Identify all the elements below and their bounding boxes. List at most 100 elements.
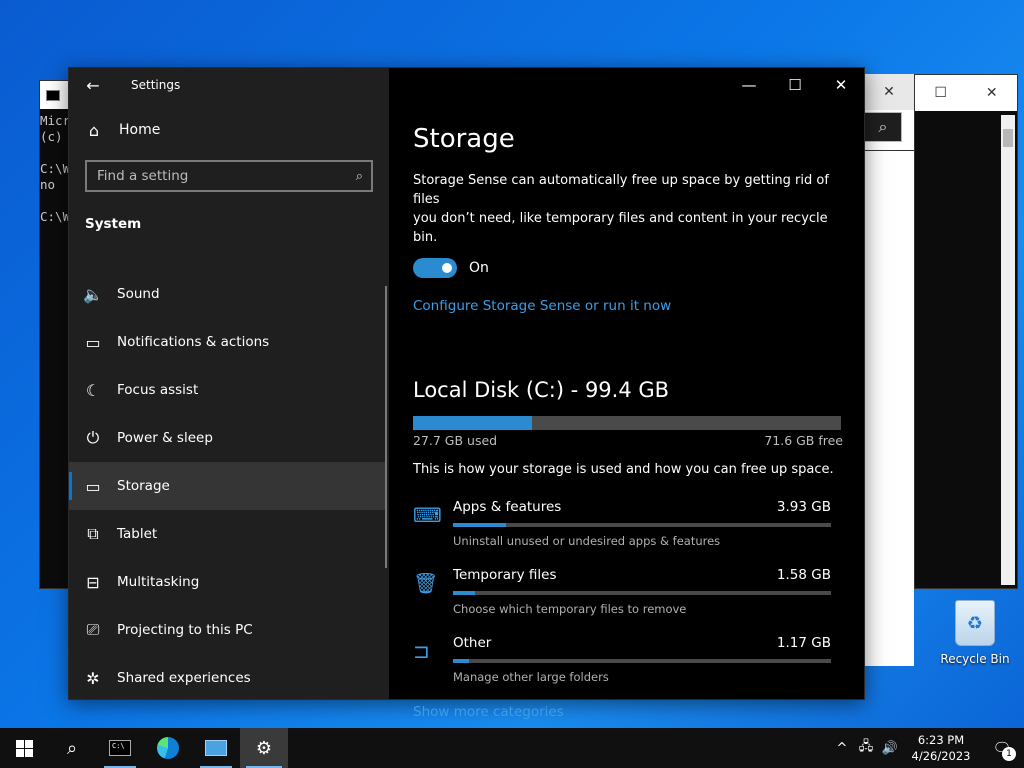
power-icon: ⏻ bbox=[86, 428, 100, 447]
gear-icon: ⚙ bbox=[255, 737, 273, 759]
system-nav-list: 🔈 Sound ▭ Notifications & actions ☾ Focus ass… bbox=[69, 270, 385, 702]
storage-content: Storage Storage Sense can automatically … bbox=[413, 68, 843, 720]
taskbar: ⌕ C:\ ⚙ ^ 🖧 🔊 6:23 PM 4/26/2023 🗨 1 bbox=[0, 728, 1024, 768]
maximize-icon[interactable]: ☐ bbox=[934, 85, 947, 101]
storage-category-item[interactable]: ⌨ Apps & features 3.93 GB Uninstall unused … bbox=[413, 499, 843, 548]
category-usage-fill bbox=[453, 591, 475, 595]
toggle-state-label: On bbox=[469, 260, 489, 276]
category-usage-bar bbox=[453, 659, 831, 663]
page-title: Storage bbox=[413, 124, 515, 154]
search-icon: ⌕ bbox=[878, 117, 888, 136]
system-tray: ^ 🖧 🔊 6:23 PM 4/26/2023 🗨 1 bbox=[830, 728, 1024, 768]
sidebar-item-shared-experiences[interactable]: ✲ Shared experiences bbox=[69, 654, 385, 702]
sidebar-item-label: Multitasking bbox=[117, 574, 200, 590]
cmd2-titlebar[interactable]: ☐ ✕ bbox=[915, 75, 1017, 111]
disk-legend: 27.7 GB used 71.6 GB free bbox=[413, 433, 843, 448]
network-icon[interactable]: 🖧 bbox=[854, 737, 878, 759]
configure-storage-sense-link[interactable]: Configure Storage Sense or run it now bbox=[413, 298, 843, 314]
scrollbar-thumb[interactable] bbox=[1003, 129, 1013, 147]
category-description: Uninstall unused or undesired apps & fea… bbox=[453, 534, 721, 548]
sidebar-item-label: Projecting to this PC bbox=[117, 622, 253, 638]
sidebar-item-notifications-actions[interactable]: ▭ Notifications & actions bbox=[69, 318, 385, 366]
storage-sense-toggle[interactable] bbox=[413, 258, 457, 278]
sidebar-item-focus-assist[interactable]: ☾ Focus assist bbox=[69, 366, 385, 414]
cmd-icon: C:\ bbox=[109, 740, 131, 756]
storage-category-item[interactable]: 🗑 Temporary files 1.58 GB Choose which temp… bbox=[413, 567, 843, 616]
trash-icon: 🗑 bbox=[413, 571, 439, 595]
category-size: 1.17 GB bbox=[776, 635, 831, 651]
sidebar-item-label: Sound bbox=[117, 286, 160, 302]
back-arrow-icon[interactable]: ← bbox=[69, 76, 117, 95]
category-body: Temporary files 1.58 GB Choose which tempo… bbox=[453, 567, 831, 616]
background-explorer-window[interactable]: ✕ ⌕ bbox=[864, 74, 914, 666]
clock-date: 4/26/2023 bbox=[911, 749, 971, 763]
action-center-button[interactable]: 🗨 1 bbox=[980, 739, 1024, 761]
taskbar-remote-desktop-button[interactable] bbox=[192, 728, 240, 768]
sidebar: ← Settings ⌂ Home ⌕ System 🔈 Sound ▭ Notifi… bbox=[69, 68, 389, 699]
category-size: 3.93 GB bbox=[776, 499, 831, 515]
category-row: Temporary files 1.58 GB bbox=[453, 567, 831, 583]
recycle-bin-desktop-icon[interactable]: ♻ Recycle Bin bbox=[940, 600, 1010, 666]
home-nav-item[interactable]: ⌂ Home bbox=[69, 108, 389, 152]
recycle-bin-label: Recycle Bin bbox=[940, 652, 1010, 666]
cmd-app-icon bbox=[46, 89, 60, 101]
sidebar-item-label: Tablet bbox=[117, 526, 158, 542]
remote-desktop-icon bbox=[205, 740, 227, 756]
settings-search-box[interactable]: ⌕ bbox=[85, 160, 373, 192]
disk-usage-bar bbox=[413, 416, 841, 430]
home-label: Home bbox=[119, 122, 161, 138]
category-description: Choose which temporary files to remove bbox=[453, 602, 687, 616]
section-title: System bbox=[85, 216, 142, 232]
scrollbar[interactable] bbox=[1001, 115, 1015, 585]
background-cmd-window-2[interactable]: ☐ ✕ bbox=[914, 74, 1018, 589]
taskbar-cmd-button[interactable]: C:\ bbox=[96, 728, 144, 768]
close-icon[interactable]: ✕ bbox=[883, 84, 895, 100]
storage-sense-desc-line-1: Storage Sense can automatically free up … bbox=[413, 173, 829, 207]
category-body: Apps & features 3.93 GB Uninstall unused o… bbox=[453, 499, 831, 548]
sidebar-item-multitasking[interactable]: ⊟ Multitasking bbox=[69, 558, 385, 606]
category-usage-fill bbox=[453, 523, 506, 527]
category-usage-bar bbox=[453, 523, 831, 527]
category-usage-fill bbox=[453, 659, 469, 663]
show-more-categories-link[interactable]: Show more categories bbox=[413, 704, 843, 720]
chevron-up-icon[interactable]: ^ bbox=[830, 741, 854, 756]
category-description: Manage other large folders bbox=[453, 670, 609, 684]
taskbar-edge-button[interactable] bbox=[144, 728, 192, 768]
start-button[interactable] bbox=[0, 728, 48, 768]
settings-search-input[interactable] bbox=[97, 168, 337, 184]
disk-free-label: 71.6 GB free bbox=[764, 433, 843, 448]
sidebar-item-storage[interactable]: ▭ Storage bbox=[69, 462, 385, 510]
category-size: 1.58 GB bbox=[776, 567, 831, 583]
volume-icon[interactable]: 🔊 bbox=[878, 741, 902, 756]
notification-badge: 1 bbox=[1002, 747, 1016, 761]
sidebar-item-label: Notifications & actions bbox=[117, 334, 270, 350]
sidebar-item-tablet[interactable]: ⧉ Tablet bbox=[69, 510, 385, 558]
clock[interactable]: 6:23 PM 4/26/2023 bbox=[902, 732, 980, 764]
disk-usage-fill bbox=[413, 416, 533, 430]
search-icon: ⌕ bbox=[355, 168, 363, 184]
storage-category-item[interactable]: ⊐ Other 1.17 GB Manage other large folders bbox=[413, 635, 843, 684]
notification-icon: ▭ bbox=[85, 332, 101, 352]
taskbar-search-button[interactable]: ⌕ bbox=[48, 728, 96, 768]
edge-icon bbox=[157, 737, 179, 759]
settings-window[interactable]: ← Settings ⌂ Home ⌕ System 🔈 Sound ▭ Notifi… bbox=[68, 67, 865, 720]
explorer-search-button[interactable]: ⌕ bbox=[864, 112, 902, 142]
category-name: Other bbox=[453, 635, 492, 651]
category-name: Apps & features bbox=[453, 499, 562, 515]
category-usage-bar bbox=[453, 591, 831, 595]
category-row: Apps & features 3.93 GB bbox=[453, 499, 831, 515]
keyboard-icon: ⌨ bbox=[413, 503, 442, 527]
explorer-titlebar[interactable]: ✕ bbox=[864, 74, 914, 110]
folder-icon: ⊐ bbox=[413, 639, 430, 663]
sidebar-scrollbar[interactable] bbox=[385, 286, 387, 568]
disk-used-label: 27.7 GB used bbox=[413, 433, 498, 448]
sidebar-item-projecting-to-this-pc[interactable]: ⎚ Projecting to this PC bbox=[69, 606, 385, 654]
close-icon[interactable]: ✕ bbox=[986, 85, 998, 101]
taskbar-settings-button[interactable]: ⚙ bbox=[240, 728, 288, 768]
sidebar-item-label: Power & sleep bbox=[117, 430, 213, 446]
sidebar-item-sound[interactable]: 🔈 Sound bbox=[69, 270, 385, 318]
category-row: Other 1.17 GB bbox=[453, 635, 831, 651]
sidebar-item-power-sleep[interactable]: ⏻ Power & sleep bbox=[69, 414, 385, 462]
sidebar-item-label: Shared experiences bbox=[117, 670, 251, 686]
storage-categories: ⌨ Apps & features 3.93 GB Uninstall unused … bbox=[413, 499, 843, 684]
